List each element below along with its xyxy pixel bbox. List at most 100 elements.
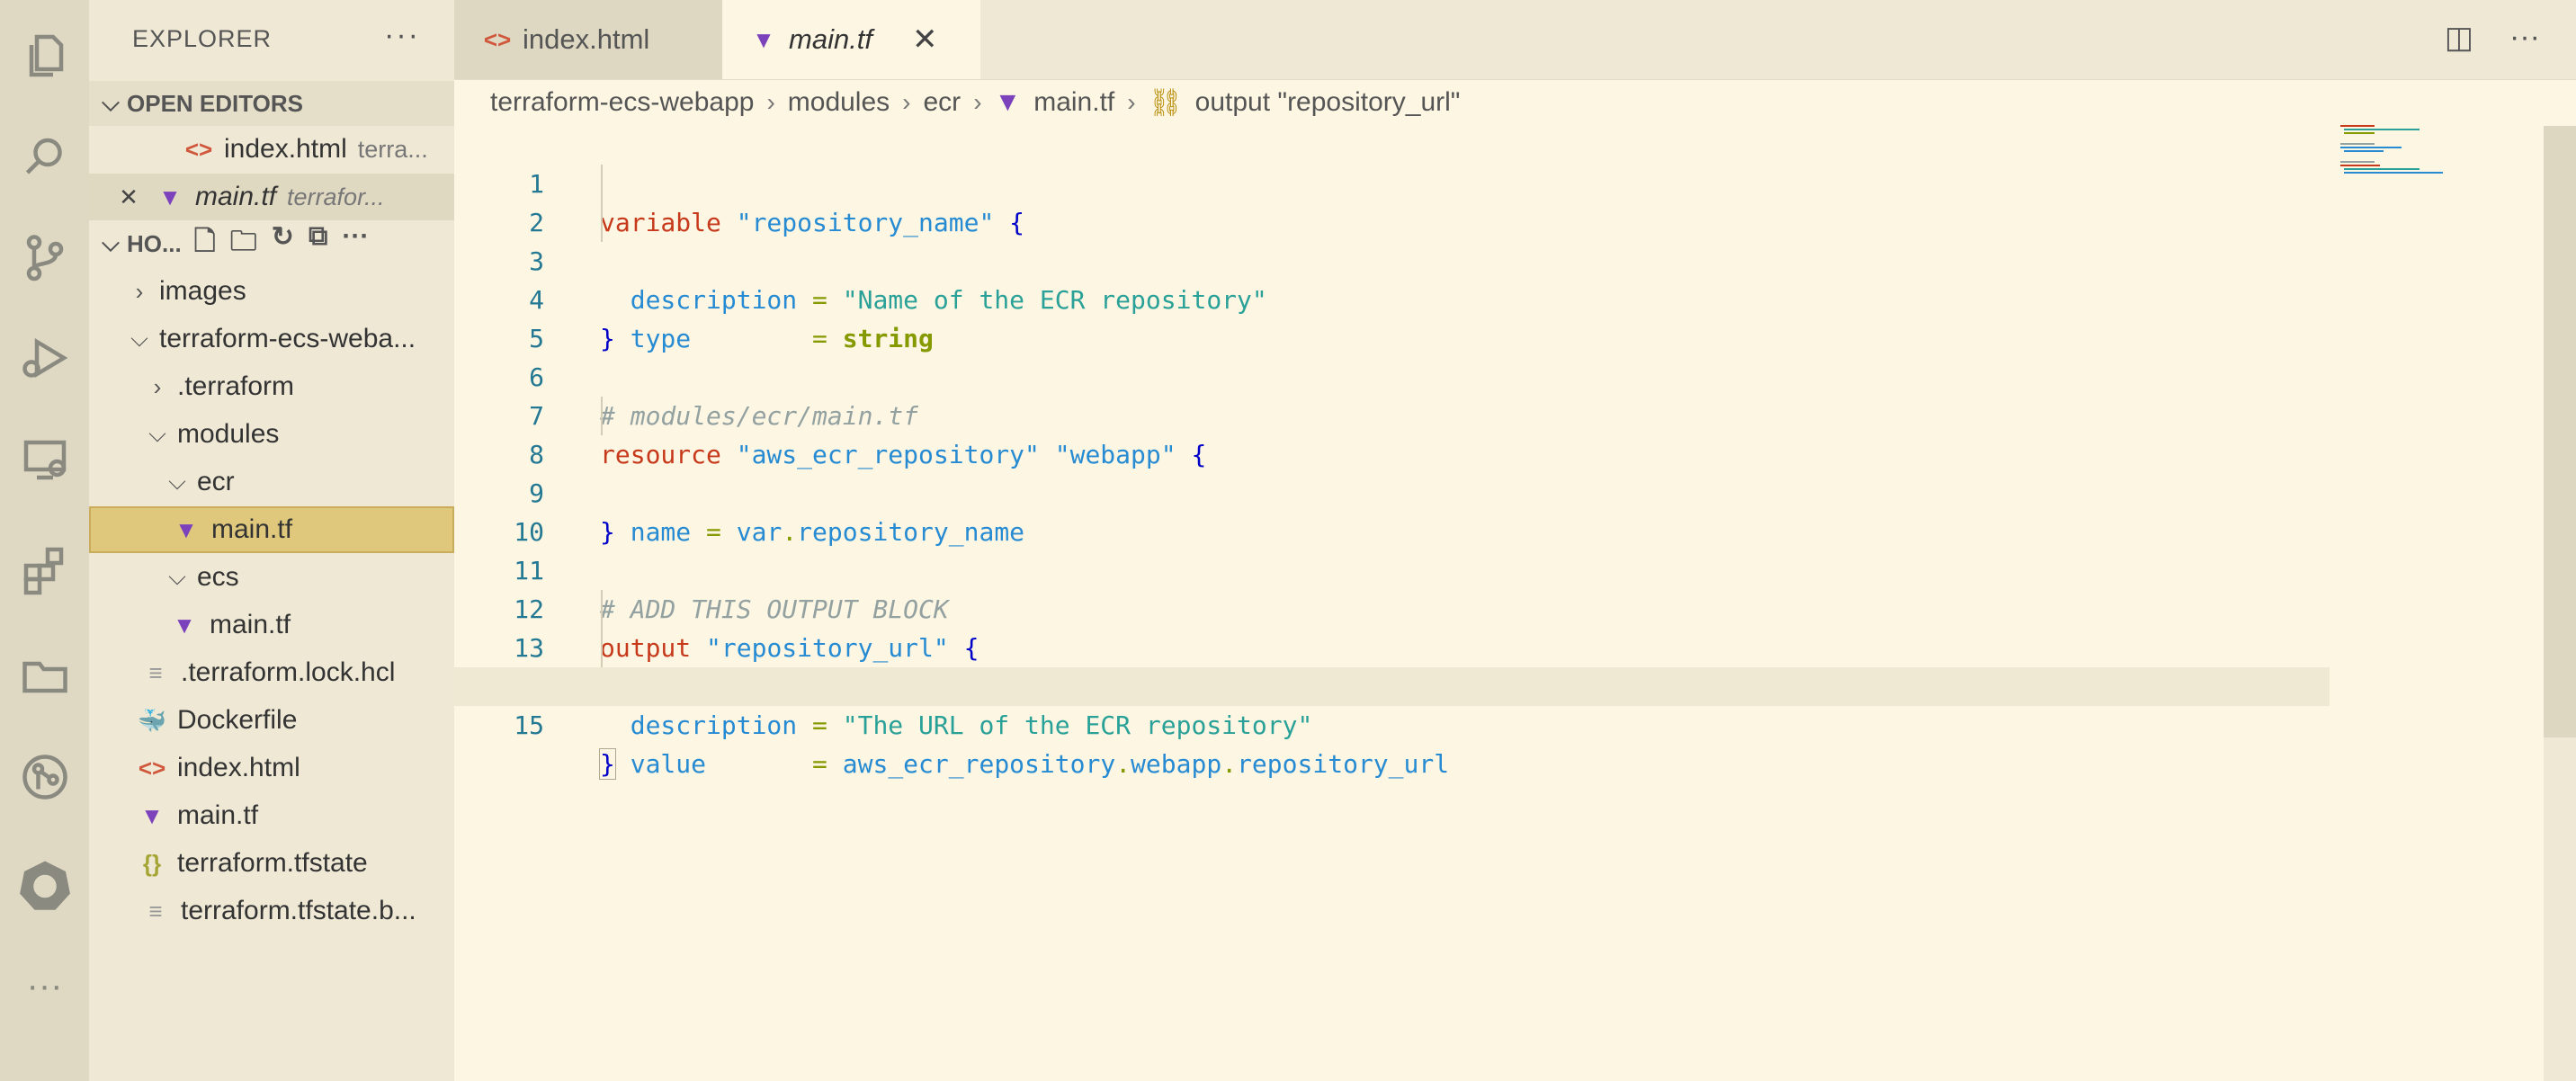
text-file-icon: ≡	[148, 897, 163, 925]
open-editor-desc: terrafor...	[287, 183, 385, 210]
new-folder-icon[interactable]: 🗀	[230, 221, 257, 267]
tree-item-main-tf[interactable]: ▼ main.tf	[89, 792, 454, 839]
run-debug-icon[interactable]	[0, 318, 89, 398]
code-editor[interactable]: 1 variable "repository_name" { 2 descrip…	[454, 126, 2541, 1081]
tree-item-label: terraform.tfstate.b...	[181, 896, 416, 925]
tree-item-tfstate-backup[interactable]: ≡ terraform.tfstate.b...	[89, 888, 454, 934]
tree-item-ecs[interactable]: ⌵ ecs	[89, 554, 454, 601]
symbol-icon: ⛓	[1148, 87, 1183, 118]
code-line[interactable]: 5	[454, 281, 2330, 353]
explorer-icon[interactable]	[0, 16, 89, 95]
tab-label: index.html	[523, 23, 650, 55]
tree-item-label: main.tf	[177, 800, 259, 830]
code-line[interactable]: 7 resource "aws_ecr_repository" "webapp"…	[454, 358, 2330, 469]
source-control-icon[interactable]	[0, 218, 89, 297]
tree-item-label: terraform-ecs-weba...	[159, 324, 416, 353]
code-line[interactable]: 11 # ADD THIS OUTPUT BLOCK	[454, 513, 2330, 624]
breadcrumb-item[interactable]: output "repository_url"	[1195, 87, 1461, 118]
chevron-right-icon: ›	[153, 372, 162, 400]
chevron-right-icon: ›	[766, 88, 775, 116]
sidebar-more-icon[interactable]: ···	[384, 18, 420, 53]
git-graph-icon[interactable]	[0, 737, 89, 817]
open-editor-main-tf[interactable]: ✕ ▼ main.tf terrafor...	[89, 174, 454, 220]
tree-item-ecs-main-tf[interactable]: ▼ main.tf	[89, 602, 454, 648]
code-line[interactable]: 4 }	[454, 242, 2330, 353]
open-editor-name: index.html	[224, 134, 347, 164]
more-icon[interactable]: ···	[0, 946, 89, 1025]
code-line[interactable]: 1 variable "repository_name" {	[454, 126, 2330, 237]
code-line[interactable]: 9 }	[454, 435, 2330, 547]
tree-item-label: terraform.tfstate	[177, 848, 368, 878]
chevron-right-icon: ›	[973, 88, 982, 116]
code-line[interactable]: 12 output "repository_url" {	[454, 551, 2330, 663]
minimap[interactable]	[2339, 124, 2446, 178]
split-editor-icon[interactable]: ◫	[2445, 20, 2473, 56]
code-line[interactable]: 2 description = "Name of the ECR reposit…	[454, 165, 2330, 315]
tree-item-terraform-ecs-webapp[interactable]: ⌵ terraform-ecs-weba...	[89, 316, 454, 362]
chevron-down-icon: ⌵	[102, 229, 120, 256]
line-number: 15	[514, 710, 544, 740]
tree-item-modules[interactable]: ⌵ modules	[89, 411, 454, 458]
terraform-file-icon: ▼	[158, 183, 182, 210]
open-editor-index-html[interactable]: <> index.html terra...	[89, 126, 454, 173]
kubernetes-icon[interactable]	[0, 845, 89, 925]
tree-item-label: .terraform	[177, 371, 295, 401]
tree-item-label: Dockerfile	[177, 705, 298, 735]
text-file-icon: ≡	[148, 658, 163, 686]
tree-item-terraform-lock[interactable]: ≡ .terraform.lock.hcl	[89, 649, 454, 696]
tree-item-ecr-main-tf[interactable]: ▼ main.tf	[89, 506, 454, 553]
remote-explorer-icon[interactable]	[0, 419, 89, 498]
tree-item-label: modules	[177, 419, 280, 449]
tab-index-html[interactable]: <> index.html	[454, 0, 722, 79]
tree-item-label: ecr	[197, 467, 235, 496]
code-line[interactable]: 10	[454, 474, 2330, 547]
open-editors-header[interactable]: ⌵ OPEN EDITORS	[89, 81, 454, 126]
folder-icon[interactable]	[0, 635, 89, 714]
chevron-down-icon: ⌵	[102, 89, 120, 116]
extensions-icon[interactable]	[0, 529, 89, 608]
terraform-file-icon: ▼	[173, 611, 196, 639]
html-file-icon: <>	[138, 754, 166, 782]
refresh-icon[interactable]: ↻	[272, 221, 294, 267]
tree-item-dockerfile[interactable]: 🐳 Dockerfile	[89, 697, 454, 744]
activity-bar: ···	[0, 0, 90, 1081]
search-icon[interactable]	[0, 117, 89, 196]
code-line-current[interactable]: 15 }	[454, 667, 2330, 780]
tree-item-index-html[interactable]: <> index.html	[89, 745, 454, 791]
workspace-label: HO...	[127, 229, 182, 257]
tree-item-tfstate[interactable]: {} terraform.tfstate	[89, 840, 454, 887]
editor-tabs: <> index.html ▼ main.tf ✕ ◫ ···	[454, 0, 2576, 80]
tree-item-ecr[interactable]: ⌵ ecr	[89, 459, 454, 505]
code-line[interactable]: 6 # modules/ecr/main.tf	[454, 319, 2330, 431]
tab-label: main.tf	[789, 23, 873, 55]
line-text: }	[599, 748, 616, 780]
breadcrumb-item[interactable]: terraform-ecs-webapp	[490, 87, 754, 118]
open-editor-name: main.tf	[195, 182, 277, 211]
more-icon[interactable]: ···	[342, 221, 369, 267]
tree-item-label: .terraform.lock.hcl	[181, 657, 396, 687]
code-line[interactable]: 14 value = aws_ecr_repository.webapp.rep…	[454, 629, 2330, 779]
breadcrumb-item[interactable]: modules	[788, 87, 890, 118]
close-icon[interactable]: ✕	[912, 22, 938, 58]
workspace-header[interactable]: ⌵ HO... 🗋 🗀 ↻ ⧉ ···	[89, 221, 454, 266]
code-line[interactable]: 3 type = string	[454, 203, 2330, 353]
collapse-all-icon[interactable]: ⧉	[309, 221, 327, 267]
breadcrumb-item[interactable]: ecr	[924, 87, 962, 118]
breadcrumb: terraform-ecs-webapp › modules › ecr › ▼…	[490, 85, 1460, 121]
explorer-sidebar: EXPLORER ··· ⌵ OPEN EDITORS <> index.htm…	[89, 0, 454, 1081]
code-line[interactable]: 8 name = var.repository_name	[454, 397, 2330, 547]
tree-item-label: images	[159, 276, 246, 306]
tree-item-label: main.tf	[211, 514, 293, 544]
new-file-icon[interactable]: 🗋	[194, 221, 216, 267]
tree-item-images[interactable]: › images	[89, 268, 454, 315]
tab-main-tf[interactable]: ▼ main.tf ✕	[722, 0, 980, 79]
tree-item-dot-terraform[interactable]: › .terraform	[89, 363, 454, 410]
close-icon[interactable]: ✕	[112, 183, 145, 211]
chevron-down-icon: ⌵	[130, 325, 148, 352]
code-line[interactable]: 13 description = "The URL of the ECR rep…	[454, 590, 2330, 740]
more-actions-icon[interactable]: ···	[2509, 20, 2540, 56]
terraform-file-icon: ▼	[994, 87, 1022, 117]
breadcrumb-item[interactable]: main.tf	[1033, 87, 1114, 118]
scrollbar-thumb[interactable]	[2544, 126, 2576, 737]
tree-item-label: index.html	[177, 753, 300, 782]
